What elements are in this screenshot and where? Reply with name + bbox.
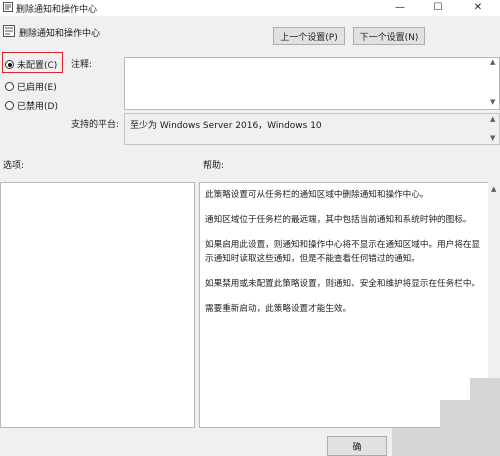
minimize-icon: — bbox=[395, 1, 405, 13]
radio-enabled[interactable]: 已启用(E) bbox=[5, 80, 57, 93]
comment-label: 注释: bbox=[71, 60, 93, 70]
ok-button[interactable]: 确 bbox=[327, 436, 387, 456]
next-setting-button[interactable]: 下一个设置(N) bbox=[353, 27, 425, 45]
scroll-down-icon[interactable]: ▼ bbox=[490, 98, 495, 106]
help-panel[interactable]: 此策略设置可从任务栏的通知区域中删除通知和操作中心。 通知区域位于任务栏的最远端… bbox=[199, 182, 490, 428]
options-label: 选项: bbox=[3, 161, 25, 171]
help-paragraph: 此策略设置可从任务栏的通知区域中删除通知和操作中心。 bbox=[205, 190, 429, 200]
help-paragraph: 通知区域位于任务栏的最远端，其中包括当前通知和系统时钟的图标。 bbox=[205, 215, 472, 225]
radio-label: 已禁用(D) bbox=[17, 102, 58, 112]
radio-disabled[interactable]: 已禁用(D) bbox=[5, 99, 58, 112]
policy-icon bbox=[3, 25, 15, 37]
maximize-button[interactable]: ☐ bbox=[422, 0, 454, 14]
radio-label: 已启用(E) bbox=[17, 83, 57, 93]
help-label: 帮助: bbox=[203, 161, 225, 171]
scroll-up-icon[interactable]: ▲ bbox=[490, 58, 495, 66]
maximize-icon: ☐ bbox=[433, 1, 443, 13]
radio-not-configured[interactable]: 未配置(C) bbox=[5, 58, 57, 71]
scroll-up-icon[interactable]: ▲ bbox=[491, 185, 496, 193]
blur-block bbox=[470, 378, 500, 400]
radio-button[interactable] bbox=[5, 82, 14, 91]
help-paragraph: 如果启用此设置，则通知和操作中心将不显示在通知区域中。用户将在显示通知时读取这些… bbox=[205, 240, 481, 264]
radio-button[interactable] bbox=[5, 60, 14, 69]
comment-input[interactable] bbox=[124, 57, 500, 110]
policy-name: 删除通知和操作中心 bbox=[19, 29, 101, 39]
scroll-down-icon[interactable]: ▼ bbox=[490, 134, 495, 142]
minimize-button[interactable]: — bbox=[384, 0, 416, 14]
help-paragraph: 如果禁用或未配置此策略设置，则通知、安全和维护将显示在任务栏中。 bbox=[205, 279, 481, 289]
scroll-up-icon[interactable]: ▲ bbox=[490, 115, 495, 123]
prev-setting-button[interactable]: 上一个设置(P) bbox=[273, 27, 345, 45]
blur-block bbox=[440, 400, 500, 428]
blur-block bbox=[392, 428, 500, 456]
radio-button[interactable] bbox=[5, 101, 14, 110]
radio-label: 未配置(C) bbox=[17, 61, 58, 71]
policy-icon bbox=[3, 2, 13, 12]
close-icon: ✕ bbox=[473, 1, 483, 13]
help-paragraph: 需要重新启动，此策略设置才能生效。 bbox=[205, 304, 352, 314]
close-button[interactable]: ✕ bbox=[462, 0, 494, 14]
supported-platforms-label: 支持的平台: bbox=[71, 120, 120, 130]
window-title: 删除通知和操作中心 bbox=[16, 5, 98, 15]
supported-platforms-value: 至少为 Windows Server 2016，Windows 10 bbox=[130, 121, 322, 131]
options-panel[interactable] bbox=[0, 182, 195, 428]
